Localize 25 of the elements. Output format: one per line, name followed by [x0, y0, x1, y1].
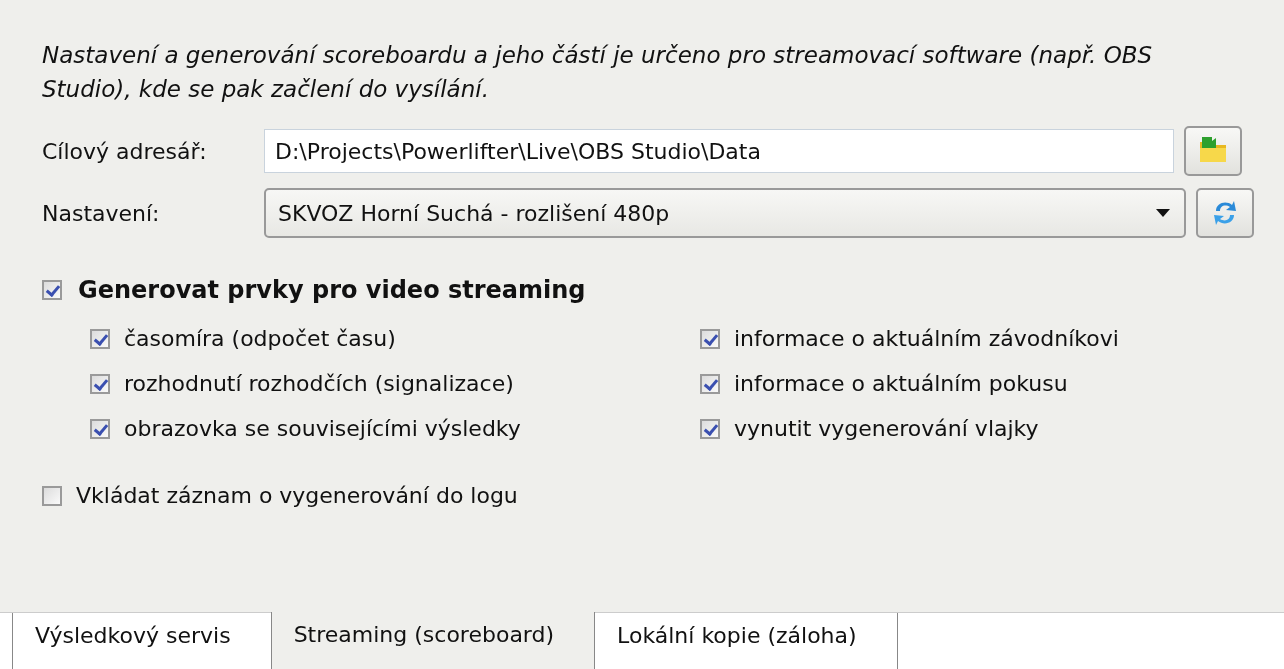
checkbox-label: informace o aktuálním pokusu — [734, 371, 1068, 396]
field-label: Nastavení: — [42, 200, 161, 226]
checkbox[interactable] — [42, 485, 62, 506]
checkbox-label: rozhodnutí rozhodčích (signalizace) — [124, 371, 514, 396]
checkbox[interactable] — [42, 280, 62, 300]
checkbox[interactable] — [90, 373, 110, 394]
checkbox[interactable] — [90, 328, 110, 349]
checkbox-label: Generovat prvky pro video streaming — [78, 276, 586, 304]
checkbox-label: časomíra (odpočet času) — [124, 326, 396, 351]
checkbox-label: Vkládat záznam o vygenerování do logu — [76, 483, 518, 508]
field-label: Cílový adresář: — [42, 138, 208, 164]
checkbox-label: obrazovka se souvisejícími výsledky — [124, 416, 521, 441]
checkbox[interactable] — [700, 328, 720, 349]
tab[interactable]: Streaming (scoreboard) — [270, 612, 596, 669]
checkbox[interactable] — [90, 418, 110, 439]
checkbox-label: informace o aktuálním závodníkovi — [734, 326, 1119, 351]
settings-dropdown[interactable]: SKVOZ Horní Suchá - rozlišení 480p — [264, 188, 1186, 238]
checkbox-label: vynutit vygenerování vlajky — [734, 416, 1039, 441]
description-text: Nastavení a generování scoreboardu a jeho částí je určeno pro streamovací software (např. OBS Studio), kde se pak začlení do vysílání. — [42, 41, 1154, 104]
refresh-button[interactable] — [1196, 188, 1254, 238]
checkbox[interactable] — [700, 373, 720, 394]
directory-field[interactable]: D:\Projects\Powerlifter\Live\OBS Studio\Data — [264, 129, 1174, 173]
checkbox[interactable] — [700, 418, 720, 439]
caret-icon — [1156, 209, 1170, 217]
browse-folder-button[interactable] — [1184, 126, 1242, 176]
